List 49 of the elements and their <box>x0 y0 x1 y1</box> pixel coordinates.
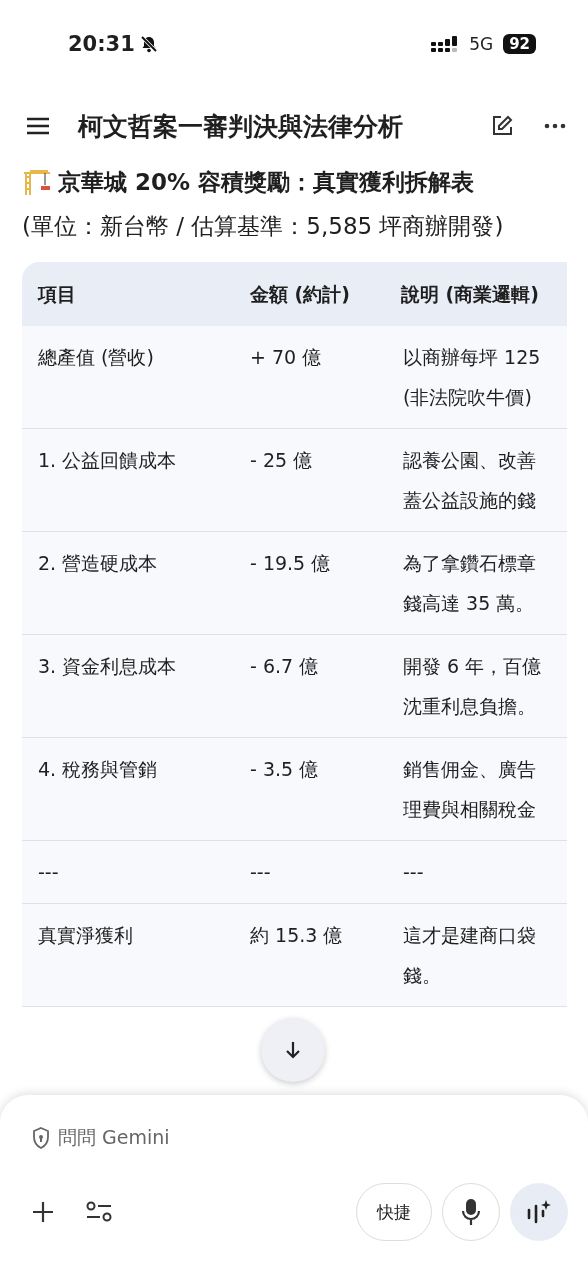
chat-title: 柯文哲案一審判決與法律分析 <box>78 110 404 143</box>
microphone-icon <box>461 1198 481 1226</box>
table-cell-text: 總產值 (營收) <box>37 345 155 370</box>
table-cell-text: 理費與相關稅金 <box>403 797 536 822</box>
column-header: 金額 (約計) <box>249 282 351 307</box>
table-cell-text: 開發 6 年，百億 <box>403 654 542 679</box>
table-cell-text: - 19.5 億 <box>249 551 332 576</box>
table-cell-text: 真實淨獲利 <box>37 923 134 948</box>
table-cell-text: 3. 資金利息成本 <box>37 654 178 679</box>
sliders-icon[interactable] <box>86 1201 112 1223</box>
table-cell-text: 為了拿鑽石標章 <box>403 551 536 576</box>
table-cell-text: --- <box>249 860 272 885</box>
table-cell-text: 4. 稅務與管銷 <box>37 757 159 782</box>
muted-bell-icon <box>138 34 159 54</box>
table-cell-text: 沈重利息負擔。 <box>403 694 536 719</box>
table-cell-text: + 70 億 <box>249 345 323 370</box>
table-cell-text: 這才是建商口袋 <box>403 923 536 948</box>
crane-icon <box>22 169 52 195</box>
more-icon[interactable] <box>544 123 566 129</box>
shield-icon <box>32 1127 50 1149</box>
menu-icon[interactable] <box>25 116 51 136</box>
section-heading: 京華城 20% 容積獎勵：真實獲利拆解表 <box>58 167 475 197</box>
status-time: 20:31 <box>68 32 135 56</box>
table-cell-text: 以商辦每坪 125 <box>403 345 541 370</box>
plus-icon[interactable] <box>32 1201 54 1223</box>
sparkle-waveform-icon <box>527 1200 551 1224</box>
network-label: 5G <box>469 34 494 54</box>
table-cell-text: 認養公園、改善 <box>403 448 536 473</box>
table-cell-text: 1. 公益回饋成本 <box>37 448 178 473</box>
edit-icon[interactable] <box>490 114 514 138</box>
prompt-field[interactable]: 問問 Gemini <box>32 1125 170 1151</box>
table-cell-text: - 3.5 億 <box>249 757 320 782</box>
unit-note: (單位：新台幣 / 估算基準：5,585 坪商辦開發) <box>21 212 505 241</box>
table-cell-text: 蓋公益設施的錢 <box>403 488 536 513</box>
table-cell-text: --- <box>37 860 60 885</box>
table-cell-text: - 6.7 億 <box>249 654 320 679</box>
table-cell-text: --- <box>403 860 424 885</box>
table-cell-text: - 25 億 <box>249 448 314 473</box>
table-cell-text: 錢高達 35 萬。 <box>403 591 535 616</box>
column-header: 項目 <box>36 282 77 307</box>
battery-level: 92 <box>503 34 536 54</box>
table-cell-text: 銷售佣金、廣告 <box>403 757 536 782</box>
shortcut-button[interactable]: 快捷 <box>356 1183 432 1241</box>
column-header: 說明 (商業邏輯) <box>400 282 540 307</box>
down-arrow-icon <box>285 1041 301 1059</box>
table-cell-text: 2. 營造硬成本 <box>37 551 159 576</box>
table-cell-text: 約 15.3 億 <box>249 923 344 948</box>
table-cell-text: 錢。 <box>403 963 441 988</box>
table-cell-text: (非法院吹牛價) <box>403 385 532 410</box>
